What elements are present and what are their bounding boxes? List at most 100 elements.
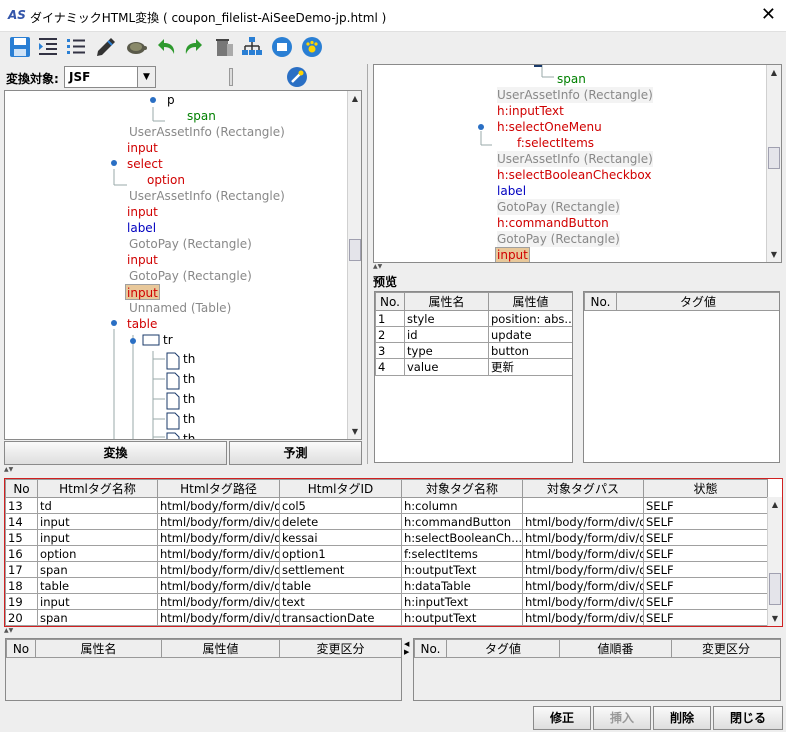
column-header[interactable]: No. [414,639,447,658]
tree-node[interactable]: th [183,431,195,439]
column-header[interactable]: 属性名 [35,639,162,658]
chevron-down-icon[interactable]: ▼ [137,67,155,87]
right-tree-scrollbar[interactable]: ▲ ▼ [766,65,781,262]
left-tree-scrollbar[interactable]: ▲ ▼ [347,91,361,439]
tree-node[interactable]: h:selectBooleanCheckbox [497,167,652,183]
tree-node[interactable]: h:selectOneMenu [497,119,602,135]
predict-button[interactable]: 予測 [229,441,362,465]
tree-node[interactable]: th [183,411,195,427]
column-header[interactable]: Htmlタグ路径 [157,479,280,498]
table-row[interactable]: 20 span html/body/form/div/d... transaction… [5,609,768,626]
table-row[interactable]: 2 id update [375,326,572,343]
column-header[interactable]: タグ値 [616,292,779,311]
column-header[interactable]: 対象タグ名称 [401,479,523,498]
tree-node[interactable]: label [127,220,156,236]
scroll-down-icon[interactable]: ▼ [767,247,781,262]
tree-node[interactable]: GotoPay (Rectangle) [129,236,252,252]
column-header[interactable]: 属性値 [161,639,280,658]
paw-icon[interactable] [300,35,324,59]
tree-node[interactable]: tr [163,332,173,348]
tree-node[interactable]: GotoPay (Rectangle) [497,199,620,215]
scroll-down-icon[interactable]: ▼ [348,424,361,439]
list-icon[interactable] [64,35,88,59]
column-header[interactable]: 値順番 [559,639,672,658]
tree-node[interactable]: th [183,371,195,387]
scroll-down-icon[interactable]: ▼ [768,611,782,626]
column-header[interactable]: 対象タグパス [522,479,644,498]
column-header[interactable]: タグ値 [446,639,560,658]
tree-node[interactable]: th [183,351,195,367]
mapping-scrollbar[interactable]: ▲ ▼ [767,497,782,626]
splitter-arrows[interactable]: ▲▼ [4,628,34,635]
tree-node-selected[interactable]: input [495,247,530,262]
indent-icon[interactable] [36,35,60,59]
column-header[interactable]: No [6,639,36,658]
vertical-splitter[interactable] [367,64,371,464]
column-header[interactable]: No [5,479,38,498]
column-header[interactable]: 属性名 [404,292,489,311]
wand-icon[interactable] [286,66,308,88]
table-row[interactable]: 15 input html/body/form/div/d... kessai h:se… [5,529,768,546]
scroll-thumb[interactable] [349,239,361,261]
tree-icon[interactable] [240,35,264,59]
scroll-up-icon[interactable]: ▲ [768,497,782,512]
table-row[interactable]: 13 td html/body/form/div/d... col5 h:column S… [5,497,768,514]
tree-node[interactable]: option [147,172,185,188]
tree-node[interactable]: h:commandButton [497,215,609,231]
insert-button[interactable]: 挿入 [593,706,651,730]
tree-node[interactable]: GotoPay (Rectangle) [129,268,252,284]
column-header[interactable]: Htmlタグ名称 [37,479,158,498]
edit-icon[interactable] [94,35,118,59]
tree-node[interactable]: label [497,183,526,199]
delete-button[interactable]: 削除 [653,706,711,730]
table-row[interactable]: 19 input html/body/form/div/d... text h:inpu… [5,593,768,610]
column-header[interactable]: No. [375,292,405,311]
splitter-arrows[interactable]: ◀ ▶ [404,640,410,656]
tree-node[interactable]: input [127,204,158,220]
table-row[interactable]: 16 option html/body/form/div/d... option1 f:… [5,545,768,562]
splitter-handle[interactable] [229,68,233,86]
column-header[interactable]: 属性値 [488,292,572,311]
tree-node[interactable]: span [557,71,586,87]
tree-node[interactable]: UserAssetInfo (Rectangle) [129,188,285,204]
close-button[interactable]: 閉じる [713,706,783,730]
undo-icon[interactable] [154,35,178,59]
column-header[interactable]: 変更区分 [279,639,401,658]
tree-node[interactable]: GotoPay (Rectangle) [497,231,620,247]
delete-icon[interactable] [212,35,236,59]
turtle-icon[interactable] [124,35,148,59]
tree-node[interactable]: input [127,252,158,268]
tree-node[interactable]: span [187,108,216,124]
scroll-thumb[interactable] [769,573,781,605]
target-select[interactable]: JSF ▼ [64,66,156,88]
info-icon[interactable] [270,35,294,59]
scroll-up-icon[interactable]: ▲ [348,91,361,106]
tree-node[interactable]: table [127,316,157,332]
column-header[interactable]: 状態 [643,479,768,498]
tree-node[interactable]: Unnamed (Table) [129,300,231,316]
column-header[interactable]: 変更区分 [671,639,780,658]
tree-node[interactable]: UserAssetInfo (Rectangle) [497,151,653,167]
tree-node[interactable]: input [127,140,158,156]
tree-node[interactable]: p [167,92,175,108]
scroll-up-icon[interactable]: ▲ [767,65,781,80]
column-header[interactable]: No. [584,292,617,311]
tree-node[interactable]: select [127,156,163,172]
tree-node[interactable]: th [183,391,195,407]
table-row[interactable]: 14 input html/body/form/div/d... delete h:co… [5,513,768,530]
redo-icon[interactable] [182,35,206,59]
tree-node[interactable]: UserAssetInfo (Rectangle) [129,124,285,140]
scroll-thumb[interactable] [768,147,780,169]
column-header[interactable]: HtmlタグID [279,479,402,498]
tree-node[interactable]: UserAssetInfo (Rectangle) [497,87,653,103]
modify-button[interactable]: 修正 [533,706,591,730]
tree-node-selected[interactable]: input [125,284,160,300]
convert-button[interactable]: 変換 [4,441,227,465]
table-row[interactable]: 17 span html/body/form/div/d... settlement h… [5,561,768,578]
table-row[interactable]: 4 value 更新 [375,358,572,376]
tree-node[interactable]: f:selectItems [517,135,594,151]
splitter-arrows[interactable]: ▲▼ [373,264,403,271]
table-row[interactable]: 3 type button [375,342,572,359]
table-row[interactable]: 18 table html/body/form/div/d... table h:dat… [5,577,768,594]
close-icon[interactable]: ✕ [761,4,776,26]
